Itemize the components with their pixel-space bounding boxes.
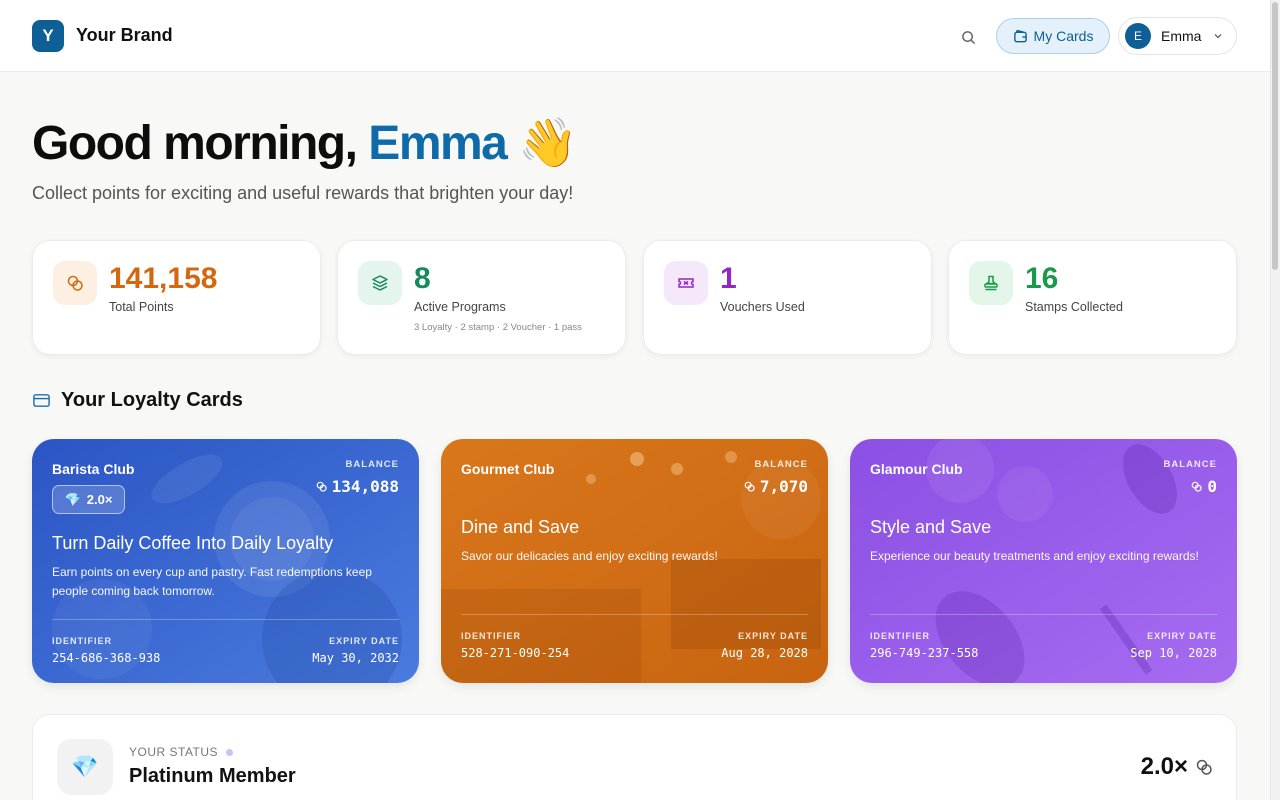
stat-value: 8: [414, 262, 431, 295]
card-club-name: Glamour Club: [870, 461, 963, 477]
stat-label: Vouchers Used: [720, 300, 805, 314]
greeting-name: Emma: [368, 117, 508, 170]
coins-icon: [744, 481, 755, 492]
card-description: Experience our beauty treatments and enj…: [870, 549, 1199, 563]
stat-label: Total Points: [109, 300, 174, 314]
status-label: YOUR STATUS: [129, 745, 234, 759]
page-scrollbar-thumb[interactable]: [1272, 2, 1278, 270]
multiplier-badge: 💎 2.0×: [52, 485, 125, 514]
stat-breakdown: 3 Loyalty · 2 stamp · 2 Voucher · 1 pass: [414, 322, 582, 333]
search-icon: [961, 30, 975, 44]
card-icon: [33, 394, 50, 407]
card-identifier-label: IDENTIFIER: [870, 631, 931, 641]
chevron-down-icon: [1213, 31, 1223, 41]
card-club-name: Gourmet Club: [461, 461, 555, 477]
card-divider: [52, 619, 399, 620]
wallet-icon: [1013, 29, 1027, 42]
card-expiry-label: EXPIRY DATE: [1147, 631, 1217, 641]
card-club-name: Barista Club: [52, 461, 135, 477]
stat-value: 1: [720, 262, 737, 295]
card-description: Earn points on every cup and pastry. Fas…: [52, 565, 372, 598]
card-divider: [870, 614, 1217, 615]
section-title: Your Loyalty Cards: [32, 389, 243, 412]
loyalty-card-glamour-club[interactable]: Glamour Club BALANCE 0 Style and Save Ex…: [850, 439, 1237, 683]
card-divider: [461, 614, 808, 615]
brand-logo[interactable]: Y: [32, 20, 64, 52]
stat-label: Active Programs: [414, 300, 506, 314]
loyalty-card-barista-club[interactable]: Barista Club BALANCE 134,088 💎 2.0× Turn…: [32, 439, 419, 683]
card-balance: 134,088: [315, 477, 399, 496]
card-headline: Style and Save: [870, 517, 992, 537]
status-multiplier-value: 2.0×: [1140, 753, 1188, 780]
card-identifier: 254-686-368-938: [52, 651, 161, 665]
card-identifier: 296-749-237-558: [870, 646, 979, 660]
greeting-subtitle: Collect points for exciting and useful r…: [32, 183, 574, 203]
card-headline: Dine and Save: [461, 517, 580, 537]
diamond-icon: 💎: [64, 491, 81, 507]
card-headline: Turn Daily Coffee Into Daily Loyalty: [52, 533, 334, 553]
status-dot: [226, 748, 234, 756]
ticket-icon: [664, 261, 708, 305]
stat-card-total-points: 141,158 Total Points: [32, 240, 321, 355]
brand-name[interactable]: Your Brand: [76, 25, 173, 46]
card-expiry-label: EXPIRY DATE: [738, 631, 808, 641]
stat-card-vouchers-used: 1 Vouchers Used: [643, 240, 932, 355]
card-balance-value: 134,088: [331, 477, 399, 496]
card-expiry-label: EXPIRY DATE: [329, 636, 399, 646]
card-expiry: May 30, 2032: [312, 651, 399, 665]
card-identifier: 528-271-090-254: [461, 646, 570, 660]
section-title-text: Your Loyalty Cards: [61, 389, 243, 411]
card-identifier-label: IDENTIFIER: [52, 636, 113, 646]
stat-card-stamps-collected: 16 Stamps Collected: [948, 240, 1237, 355]
card-balance-label: BALANCE: [1163, 459, 1217, 470]
card-balance-label: BALANCE: [345, 459, 399, 470]
status-multiplier: 2.0×: [1141, 753, 1214, 781]
my-cards-label: My Cards: [1033, 28, 1094, 44]
card-expiry: Sep 10, 2028: [1130, 646, 1217, 660]
card-expiry: Aug 28, 2028: [721, 646, 808, 660]
stat-card-active-programs: 8 Active Programs 3 Loyalty · 2 stamp · …: [337, 240, 626, 355]
coins-icon: [53, 261, 97, 305]
greeting-prefix: Good morning,: [32, 117, 358, 170]
diamond-icon: 💎: [57, 739, 113, 795]
waving-hand-icon: 👋: [518, 117, 578, 170]
my-cards-button[interactable]: My Cards: [996, 18, 1110, 54]
card-identifier-label: IDENTIFIER: [461, 631, 522, 641]
status-card: 💎 YOUR STATUS Platinum Member 2.0×: [32, 714, 1237, 800]
multiplier-value: 2.0×: [86, 492, 113, 507]
stat-value: 141,158: [109, 262, 218, 295]
coins-icon: [1196, 759, 1212, 775]
card-balance-value: 0: [1207, 477, 1217, 496]
status-label-text: YOUR STATUS: [129, 745, 219, 759]
layers-icon: [358, 261, 402, 305]
top-header: Y Your Brand My Cards E Emma: [0, 0, 1270, 72]
stat-value: 16: [1025, 262, 1059, 295]
status-title: Platinum Member: [129, 765, 296, 787]
loyalty-card-gourmet-club[interactable]: Gourmet Club BALANCE 7,070 Dine and Save…: [441, 439, 828, 683]
card-balance-label: BALANCE: [754, 459, 808, 470]
user-name: Emma: [1161, 28, 1202, 44]
coins-icon: [316, 481, 327, 492]
card-balance: 7,070: [743, 477, 808, 496]
card-balance: 0: [1190, 477, 1217, 496]
user-menu-button[interactable]: E Emma: [1118, 17, 1237, 55]
card-balance-value: 7,070: [759, 477, 808, 496]
card-description: Savor our delicacies and enjoy exciting …: [461, 549, 718, 563]
search-button[interactable]: [958, 27, 978, 47]
stamp-icon: [969, 261, 1013, 305]
coins-icon: [1192, 481, 1202, 492]
stat-label: Stamps Collected: [1025, 300, 1123, 314]
greeting-heading: Good morning, Emma 👋: [32, 114, 578, 174]
avatar: E: [1125, 23, 1151, 49]
